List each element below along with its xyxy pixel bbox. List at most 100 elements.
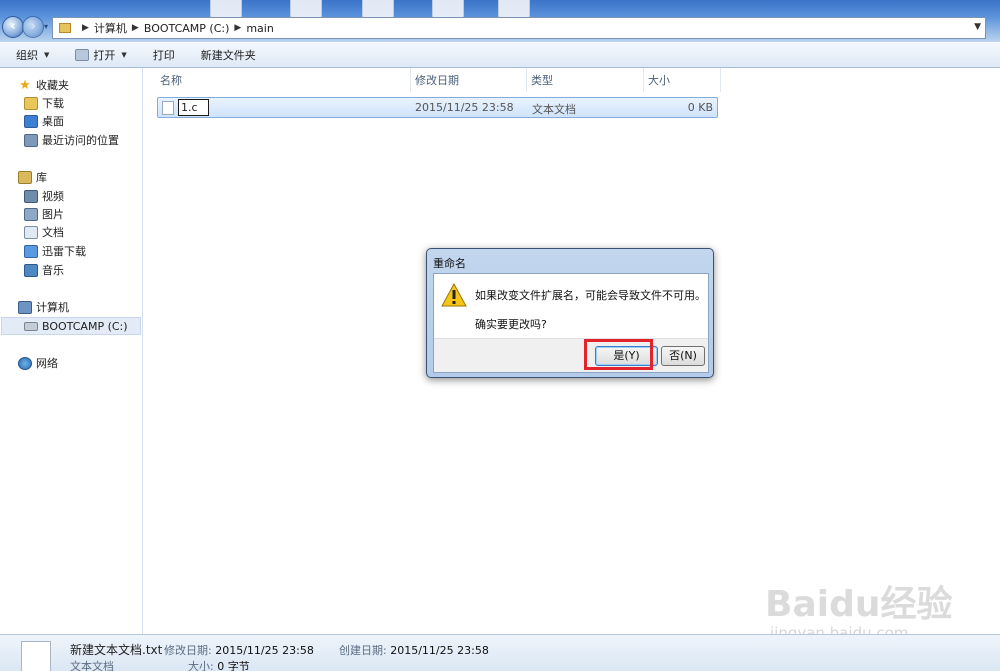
sidebar-item-label: 最近访问的位置 bbox=[42, 134, 119, 147]
details-created: 创建日期: 2015/11/25 23:58 bbox=[339, 642, 489, 658]
sidebar-item-label: 库 bbox=[36, 171, 47, 184]
sidebar-item-favorites[interactable]: ★ 收藏夹 bbox=[18, 76, 69, 94]
baidu-watermark: Baidu经验 bbox=[765, 584, 953, 625]
column-name-label: 名称 bbox=[160, 74, 182, 87]
toolbar: 组织 ▼ 打开 ▼ 打印 新建文件夹 bbox=[0, 42, 1000, 68]
sidebar-item-videos[interactable]: 视频 bbox=[24, 187, 64, 205]
network-icon bbox=[18, 356, 32, 370]
highlight-box bbox=[584, 339, 653, 370]
chevron-right-icon[interactable]: ▶ bbox=[132, 23, 139, 33]
column-header-type[interactable]: 类型 bbox=[527, 68, 644, 92]
file-size: 0 KB bbox=[687, 101, 713, 114]
warning-icon bbox=[441, 283, 467, 307]
sidebar-item-label: 计算机 bbox=[36, 301, 69, 314]
address-bar[interactable]: ▶ 计算机 ▶ BOOTCAMP (C:) ▶ main ▼ bbox=[52, 17, 986, 39]
column-header-size[interactable]: 大小 bbox=[644, 68, 721, 92]
music-icon bbox=[24, 263, 38, 277]
column-modified-label: 修改日期 bbox=[415, 74, 459, 87]
title-bar: ‹ › ▾ ▶ 计算机 ▶ BOOTCAMP (C:) ▶ main ▼ bbox=[0, 0, 1000, 42]
sidebar-item-label: 网络 bbox=[36, 357, 58, 370]
back-button[interactable]: ‹ bbox=[2, 16, 24, 38]
rename-dialog: 重命名 如果改变文件扩展名，可能会导致文件不可用。 确实要更改吗? 是(Y) 否… bbox=[426, 248, 714, 378]
print-button[interactable]: 打印 bbox=[153, 47, 175, 63]
dialog-title: 重命名 bbox=[433, 257, 466, 270]
star-icon: ★ bbox=[19, 77, 31, 93]
desktop-icon bbox=[498, 0, 530, 18]
details-filetype: 文本文档 bbox=[70, 660, 114, 671]
thunder-download-icon bbox=[24, 244, 38, 258]
sidebar-item-label: 视频 bbox=[42, 190, 64, 203]
open-label: 打开 bbox=[93, 48, 116, 62]
details-modified: 修改日期: 2015/11/25 23:58 bbox=[164, 642, 314, 658]
sidebar-item-documents[interactable]: 文档 bbox=[24, 223, 64, 241]
desktop-icon bbox=[210, 0, 242, 18]
download-folder-icon bbox=[24, 96, 38, 110]
sidebar-item-label: 音乐 bbox=[42, 264, 64, 277]
sidebar-item-drive[interactable]: BOOTCAMP (C:) bbox=[1, 317, 141, 335]
sidebar-item-music[interactable]: 音乐 bbox=[24, 261, 64, 279]
sidebar-item-desktop[interactable]: 桌面 bbox=[24, 112, 64, 130]
print-label: 打印 bbox=[152, 48, 175, 62]
history-dropdown-icon[interactable]: ▾ bbox=[44, 22, 52, 31]
navigation-pane: ★ 收藏夹 下载 桌面 最近访问的位置 库 视频 图片 文档 迅雷下载 音乐 计… bbox=[0, 68, 143, 634]
sidebar-item-label: 文档 bbox=[42, 226, 64, 239]
column-header-name[interactable]: 名称 bbox=[144, 68, 411, 92]
sidebar-item-thunder[interactable]: 迅雷下载 bbox=[24, 242, 86, 260]
sidebar-item-downloads[interactable]: 下载 bbox=[24, 94, 64, 112]
chevron-right-icon[interactable]: ▶ bbox=[82, 23, 89, 33]
details-filename: 新建文本文档.txt bbox=[70, 643, 163, 657]
dialog-message: 如果改变文件扩展名，可能会导致文件不可用。 bbox=[475, 289, 706, 302]
breadcrumb-main[interactable]: main bbox=[246, 22, 273, 35]
computer-icon bbox=[18, 300, 32, 314]
sidebar-item-network[interactable]: 网络 bbox=[18, 354, 58, 372]
details-size-key: 大小: bbox=[188, 660, 214, 671]
organize-button[interactable]: 组织 ▼ bbox=[16, 47, 49, 63]
file-modified: 2015/11/25 23:58 bbox=[415, 101, 514, 114]
file-row[interactable]: 1.c 2015/11/25 23:58 文本文档 0 KB bbox=[157, 97, 718, 118]
sidebar-item-label: 下载 bbox=[42, 97, 64, 110]
rename-input[interactable]: 1.c bbox=[178, 99, 209, 116]
details-created-value: 2015/11/25 23:58 bbox=[390, 644, 489, 657]
folder-icon bbox=[59, 23, 71, 33]
sidebar-item-recent[interactable]: 最近访问的位置 bbox=[24, 131, 119, 149]
dialog-question: 确实要更改吗? bbox=[475, 318, 547, 331]
text-file-icon bbox=[162, 101, 174, 115]
breadcrumb-computer[interactable]: 计算机 bbox=[94, 20, 127, 36]
details-created-key: 创建日期: bbox=[339, 644, 387, 657]
desktop-icon bbox=[432, 0, 464, 18]
sidebar-item-label: 桌面 bbox=[42, 115, 64, 128]
sidebar-item-label: 迅雷下载 bbox=[42, 245, 86, 258]
caret-down-icon: ▼ bbox=[44, 50, 50, 59]
chevron-right-icon[interactable]: ▶ bbox=[234, 23, 241, 33]
text-file-icon bbox=[21, 641, 51, 671]
sidebar-item-label: 收藏夹 bbox=[36, 79, 69, 92]
details-modified-value: 2015/11/25 23:58 bbox=[215, 644, 314, 657]
sidebar-item-label: BOOTCAMP (C:) bbox=[42, 319, 128, 333]
recent-places-icon bbox=[24, 133, 38, 147]
details-modified-key: 修改日期: bbox=[164, 644, 212, 657]
open-icon bbox=[75, 48, 90, 61]
desktop-icon bbox=[362, 0, 394, 18]
organize-label: 组织 bbox=[16, 48, 38, 62]
column-header-modified[interactable]: 修改日期 bbox=[411, 68, 527, 92]
file-type: 文本文档 bbox=[532, 103, 576, 116]
column-type-label: 类型 bbox=[531, 74, 553, 87]
dialog-footer: 是(Y) 否(N) bbox=[434, 338, 708, 372]
video-icon bbox=[24, 189, 38, 203]
breadcrumb-drive[interactable]: BOOTCAMP (C:) bbox=[144, 22, 230, 35]
hard-drive-icon bbox=[24, 321, 38, 331]
forward-button[interactable]: › bbox=[22, 16, 44, 38]
chevron-down-icon[interactable]: ▼ bbox=[974, 22, 981, 32]
sidebar-item-computer[interactable]: 计算机 bbox=[18, 298, 69, 316]
open-button[interactable]: 打开 ▼ bbox=[75, 47, 127, 63]
desktop-icon bbox=[24, 114, 38, 128]
sidebar-item-label: 图片 bbox=[42, 208, 64, 221]
sidebar-item-pictures[interactable]: 图片 bbox=[24, 205, 64, 223]
no-button[interactable]: 否(N) bbox=[661, 346, 705, 366]
document-icon bbox=[24, 225, 38, 239]
library-icon bbox=[18, 170, 32, 184]
new-folder-label: 新建文件夹 bbox=[200, 48, 256, 62]
sidebar-item-libraries[interactable]: 库 bbox=[18, 168, 47, 186]
dialog-body: 如果改变文件扩展名，可能会导致文件不可用。 确实要更改吗? 是(Y) 否(N) bbox=[433, 273, 709, 373]
new-folder-button[interactable]: 新建文件夹 bbox=[201, 47, 256, 63]
